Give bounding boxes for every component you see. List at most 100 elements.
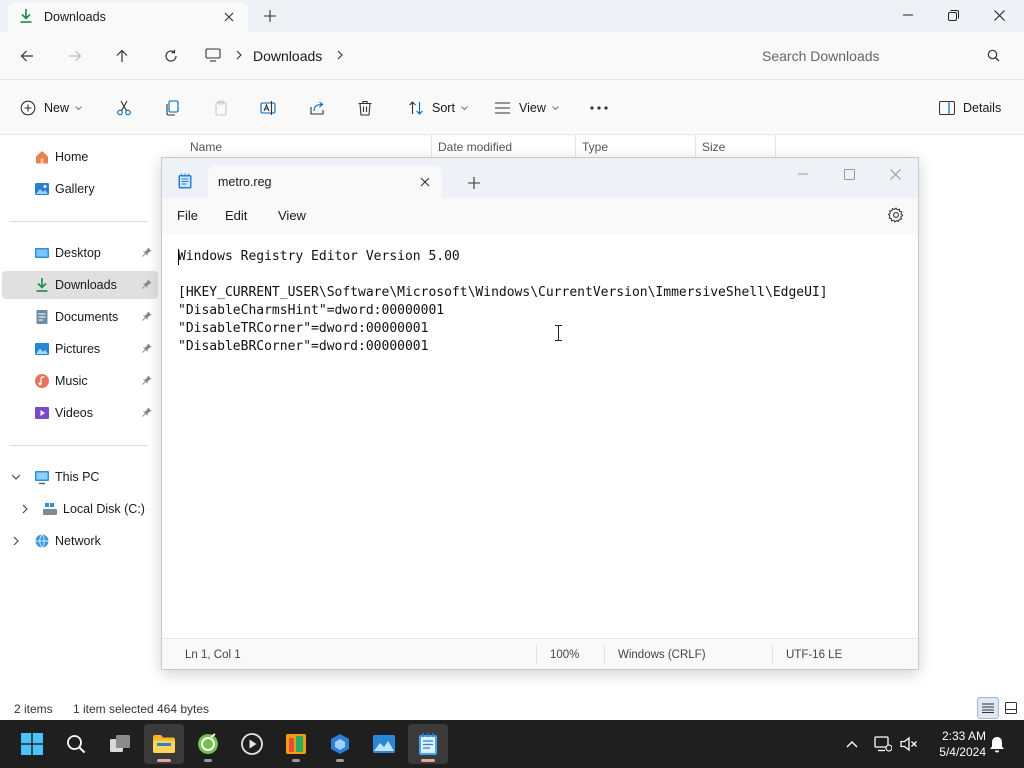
navigation-pane: Home Gallery Desktop Downloads Documents… [0, 135, 160, 690]
sidebar-divider [10, 445, 148, 446]
task-view-button[interactable] [100, 724, 140, 764]
command-bar: New Sort View Details [0, 80, 1024, 135]
app-icon [198, 733, 218, 754]
sidebar-item-this-pc[interactable]: This PC [2, 463, 158, 491]
rename-button[interactable] [260, 95, 276, 121]
search-input[interactable]: Search Downloads [748, 40, 1014, 72]
column-header-date-modified[interactable]: Date modified [430, 135, 576, 157]
chevron-down-icon [75, 105, 82, 110]
sidebar-item-home[interactable]: Home [2, 143, 158, 171]
minimize-button[interactable] [780, 160, 826, 188]
sidebar-item-videos[interactable]: Videos [2, 399, 158, 427]
desktop-icon [35, 248, 49, 258]
up-button[interactable] [108, 42, 136, 70]
forward-button[interactable] [61, 42, 89, 70]
sidebar-item-music[interactable]: Music [2, 367, 158, 395]
gear-icon[interactable] [887, 207, 904, 226]
column-header-name[interactable]: Name [182, 135, 432, 157]
volume-muted-icon[interactable] [899, 734, 919, 754]
sidebar-item-downloads[interactable]: Downloads [2, 271, 158, 299]
sidebar-item-gallery[interactable]: Gallery [2, 175, 158, 203]
notepad-text-area[interactable]: Windows Registry Editor Version 5.00 [HK… [162, 234, 918, 638]
copy-button[interactable] [164, 95, 180, 121]
close-window-button[interactable] [872, 160, 918, 188]
rename-icon [260, 101, 276, 115]
pin-icon[interactable] [142, 311, 152, 321]
back-button[interactable] [13, 42, 41, 70]
sidebar-item-label: Local Disk (C:) [63, 502, 145, 516]
notifications-button[interactable] [987, 734, 1007, 754]
gallery-icon [35, 183, 49, 195]
taskbar-app-6[interactable] [364, 724, 404, 764]
menu-file[interactable]: File [175, 206, 200, 226]
delete-button[interactable] [357, 95, 373, 121]
view-button[interactable]: View [494, 95, 559, 121]
status-divider [536, 645, 537, 664]
chevron-right-icon[interactable] [235, 49, 243, 63]
sidebar-item-label: Gallery [55, 182, 95, 196]
column-header-size[interactable]: Size [694, 135, 776, 157]
show-hidden-icons-button[interactable] [842, 734, 862, 754]
more-options-button[interactable] [590, 95, 608, 121]
sidebar-item-label: Network [55, 534, 101, 548]
sidebar-item-documents[interactable]: Documents [2, 303, 158, 331]
copy-icon [166, 100, 179, 116]
chevron-right-icon[interactable] [336, 49, 344, 63]
menu-edit[interactable]: Edit [223, 206, 249, 226]
notepad-status-bar: Ln 1, Col 1 100% Windows (CRLF) UTF-16 L… [162, 638, 918, 669]
new-button[interactable]: New [20, 95, 82, 121]
start-button[interactable] [12, 724, 52, 764]
taskbar-notepad[interactable] [408, 724, 448, 764]
taskbar: 2:33 AM 5/4/2024 [0, 720, 1024, 768]
close-tab-icon[interactable] [416, 173, 434, 191]
notepad-tab-metro-reg[interactable]: metro.reg [208, 166, 442, 198]
sidebar-item-network[interactable]: Network [2, 527, 158, 555]
system-clock[interactable]: 2:33 AM 5/4/2024 [922, 728, 986, 760]
breadcrumb-downloads[interactable]: Downloads [253, 48, 322, 64]
details-view-toggle[interactable] [977, 697, 999, 719]
breadcrumb[interactable]: Downloads [205, 40, 735, 72]
clipboard-icon [215, 100, 227, 116]
sidebar-item-pictures[interactable]: Pictures [2, 335, 158, 363]
selection-count: 1 item selected [73, 702, 154, 716]
sidebar-item-desktop[interactable]: Desktop [2, 239, 158, 267]
close-window-button[interactable] [976, 0, 1022, 30]
pin-icon[interactable] [142, 279, 152, 289]
search-button[interactable] [56, 724, 96, 764]
column-header-type[interactable]: Type [574, 135, 696, 157]
sort-icon [409, 101, 423, 115]
taskbar-media-player[interactable] [232, 724, 272, 764]
new-tab-button[interactable] [258, 5, 282, 27]
pin-icon[interactable] [142, 247, 152, 257]
explorer-tab-downloads[interactable]: Downloads [8, 2, 248, 32]
pin-icon[interactable] [142, 407, 152, 417]
sort-button[interactable]: Sort [408, 95, 468, 121]
taskbar-app-5[interactable] [320, 724, 360, 764]
share-button[interactable] [309, 95, 325, 121]
documents-icon [36, 310, 48, 324]
sidebar-item-local-disk[interactable]: Local Disk (C:) [2, 495, 158, 523]
minimize-button[interactable] [885, 0, 931, 30]
details-pane-button[interactable]: Details [939, 95, 1001, 121]
sidebar-item-label: Videos [55, 406, 93, 420]
cut-button[interactable] [116, 95, 132, 121]
network-status-icon[interactable] [873, 734, 893, 754]
sidebar-item-label: Music [55, 374, 88, 388]
taskbar-app-2[interactable] [188, 724, 228, 764]
maximize-button[interactable] [826, 160, 872, 188]
pin-icon[interactable] [142, 343, 152, 353]
cursor-position: Ln 1, Col 1 [185, 649, 241, 661]
share-icon [310, 101, 324, 115]
pin-icon[interactable] [142, 375, 152, 385]
this-pc-icon [35, 471, 49, 485]
menu-view[interactable]: View [276, 206, 308, 226]
refresh-button[interactable] [157, 42, 185, 70]
paste-button[interactable] [213, 95, 229, 121]
taskbar-app-4[interactable] [276, 724, 316, 764]
taskbar-file-explorer[interactable] [144, 724, 184, 764]
sidebar-item-label: This PC [55, 470, 100, 484]
maximize-button[interactable] [930, 0, 976, 30]
close-tab-icon[interactable] [220, 8, 238, 26]
tiles-view-toggle[interactable] [1000, 697, 1022, 719]
new-tab-button[interactable] [462, 172, 486, 194]
